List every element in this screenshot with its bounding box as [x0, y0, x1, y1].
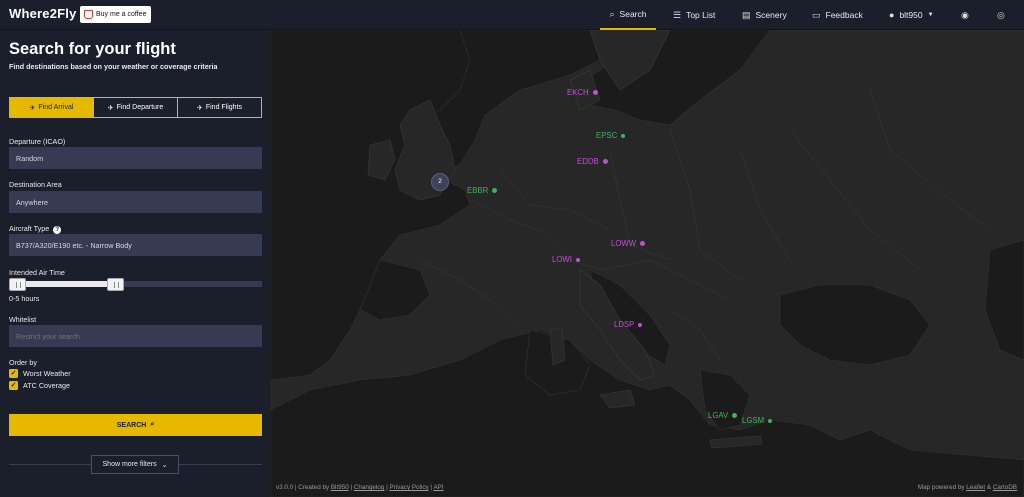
privacy-policy-link[interactable]: Privacy Policy — [389, 484, 428, 491]
discord-link[interactable]: ◉ — [961, 0, 969, 30]
tab-find-arrival[interactable]: ✈ Find Arrival — [10, 98, 94, 117]
help-icon[interactable]: ? — [53, 226, 62, 234]
map-attribution: Map powered by Leaflet & CartoDB — [917, 484, 1017, 491]
map-basemap — [270, 30, 1024, 497]
page-title: Search for your flight — [9, 40, 176, 58]
airtime-label: Intended Air Time — [9, 268, 65, 277]
checkbox-checked-icon[interactable]: ✓ — [9, 369, 18, 378]
buy-coffee-button[interactable]: Buy me a coffee — [80, 6, 151, 23]
caret-down-icon: ▼ — [927, 12, 934, 18]
divider-left — [9, 464, 91, 465]
destination-select[interactable]: Anywhere — [9, 191, 262, 213]
marker-dot — [602, 159, 608, 164]
search-button[interactable]: SEARCH ⌕ — [9, 414, 262, 436]
order-by-label: Order by — [9, 358, 37, 367]
show-more-filters-button[interactable]: Show more filters ⌄ — [91, 455, 179, 474]
search-icon: ⌕ — [150, 421, 155, 428]
marker-dot — [638, 322, 643, 327]
marker-dot — [621, 133, 626, 138]
marker-dot — [592, 90, 598, 95]
chat-icon: ▭ — [812, 9, 821, 20]
tab-find-flights[interactable]: ✈ Find Flights — [178, 98, 261, 117]
leaflet-link[interactable]: Leaflet — [966, 484, 985, 491]
search-icon: ⌕ — [609, 8, 615, 19]
departure-select[interactable]: Random — [9, 147, 262, 169]
airport-marker-loww[interactable]: LOWW — [611, 239, 646, 248]
airport-marker-eddb[interactable]: EDDB — [577, 157, 608, 166]
coffee-cup-icon — [84, 10, 93, 19]
cartodb-link[interactable]: CartoDB — [993, 484, 1017, 491]
airport-marker-ekch[interactable]: EKCH — [567, 88, 598, 97]
aircraft-select[interactable]: B737/A320/E190 etc. - Narrow Body — [9, 234, 262, 256]
plane-landing-icon: ✈ — [29, 104, 36, 112]
map-icon: ▤ — [742, 9, 751, 20]
plane-departure-icon: ✈ — [107, 104, 114, 112]
user-icon: ● — [889, 10, 895, 20]
nav-top-list[interactable]: ☰ Top List — [673, 0, 715, 30]
airtime-slider-max-handle[interactable] — [107, 278, 124, 291]
chevron-down-icon: ⌄ — [161, 461, 168, 469]
author-link[interactable]: Blt950 — [331, 484, 349, 491]
github-icon: ◎ — [997, 9, 1005, 20]
map[interactable]: 2 EKCH EPSC EDDB EBBR LOWW LOWI LDSP LGA… — [270, 30, 1024, 497]
divider-right — [179, 464, 262, 465]
nav-user-menu[interactable]: ● blt950 ▼ — [889, 0, 934, 30]
departure-label: Departure (ICAO) — [9, 137, 66, 146]
logo[interactable]: Where2Fly — [9, 6, 77, 21]
top-navbar: Where2Fly Buy me a coffee ⌕ Search ☰ Top L… — [0, 0, 1024, 30]
marker-dot — [768, 418, 773, 423]
airport-marker-lowi[interactable]: LOWI — [552, 255, 580, 264]
airport-marker-ebbr[interactable]: EBBR — [467, 186, 498, 195]
changelog-link[interactable]: Changelog — [354, 484, 384, 491]
page-subtitle: Find destinations based on your weather … — [9, 62, 218, 71]
plane-icon: ✈ — [196, 104, 203, 112]
airtime-slider-min-handle[interactable] — [9, 278, 26, 291]
tab-find-departure[interactable]: ✈ Find Departure — [94, 98, 178, 117]
discord-icon: ◉ — [961, 9, 969, 20]
checkbox-checked-icon[interactable]: ✓ — [9, 381, 18, 390]
search-mode-tabs: ✈ Find Arrival ✈ Find Departure ✈ Find Flig… — [9, 97, 262, 118]
whitelist-label: Whitelist — [9, 315, 37, 324]
order-worst-weather[interactable]: ✓ Worst Weather — [9, 369, 71, 378]
marker-dot — [732, 413, 738, 418]
nav-feedback[interactable]: ▭ Feedback — [812, 0, 863, 30]
marker-dot — [492, 188, 498, 193]
whitelist-input[interactable] — [9, 325, 262, 347]
marker-dot — [640, 241, 646, 246]
github-link[interactable]: ◎ — [997, 0, 1005, 30]
airport-marker-lgav[interactable]: LGAV — [708, 411, 738, 420]
nav-scenery[interactable]: ▤ Scenery — [742, 0, 787, 30]
airtime-value: 0-5 hours — [9, 294, 40, 303]
coffee-label: Buy me a coffee — [96, 11, 147, 18]
airport-marker-epsc[interactable]: EPSC — [596, 131, 626, 140]
list-icon: ☰ — [673, 9, 682, 20]
destination-label: Destination Area — [9, 180, 62, 189]
airport-marker-ldsp[interactable]: LDSP — [614, 320, 643, 329]
aircraft-label: Aircraft Type? — [9, 224, 62, 234]
api-link[interactable]: API — [433, 484, 443, 491]
map-cluster-marker[interactable]: 2 — [431, 173, 449, 191]
marker-dot — [575, 257, 580, 262]
order-atc-coverage[interactable]: ✓ ATC Coverage — [9, 381, 70, 390]
nav-search[interactable]: ⌕ Search — [600, 0, 656, 30]
airport-marker-lgsm[interactable]: LGSM — [742, 416, 773, 425]
footer-credits: v3.0.0 | Created by Blt950 | Changelog |… — [276, 484, 444, 491]
